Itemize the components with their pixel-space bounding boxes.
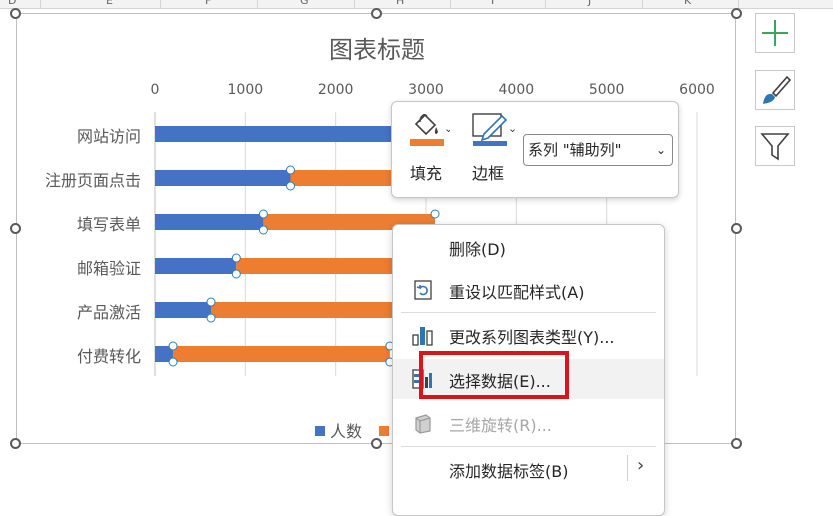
selection-point-handle[interactable]	[258, 225, 268, 235]
selection-point-handle[interactable]	[168, 357, 178, 367]
svg-text:⌄: ⌄	[444, 122, 450, 135]
legend-label: 人数	[330, 422, 363, 441]
series-select-value: 系列 "辅助列"	[528, 141, 622, 159]
column-header[interactable]: E	[106, 0, 113, 7]
resize-handle-bottom-left[interactable]	[10, 438, 21, 449]
selection-point-handle[interactable]	[286, 181, 295, 191]
bar-people[interactable]	[155, 214, 264, 230]
chevron-right-icon[interactable]: ›	[637, 455, 644, 476]
column-header[interactable]: I	[491, 0, 494, 7]
fill-button[interactable]: ⌄	[408, 110, 453, 150]
bar-people[interactable]	[155, 170, 291, 186]
fill-label: 填充	[410, 164, 443, 183]
resize-handle-top-right[interactable]	[731, 8, 742, 19]
menu-item-delete[interactable]: 删除(D)	[393, 227, 664, 267]
chevron-down-icon: ⌄	[655, 143, 666, 157]
legend[interactable]: 人数	[315, 418, 394, 442]
legend-swatch-blue	[315, 426, 325, 436]
filter-icon	[760, 133, 790, 161]
selection-point-handle[interactable]	[430, 209, 440, 219]
resize-handle-top-left[interactable]	[10, 8, 21, 19]
bar-people[interactable]	[155, 258, 237, 274]
menu-separator	[401, 312, 656, 313]
resize-handle-right[interactable]	[731, 223, 742, 234]
legend-entry-people[interactable]: 人数	[315, 422, 367, 441]
bar-people[interactable]	[155, 126, 404, 142]
submenu-divider	[627, 455, 628, 481]
resize-handle-left[interactable]	[10, 223, 21, 234]
pen-icon: ⌄	[472, 113, 517, 146]
menu-item-label: 重设以匹配样式(A)	[449, 283, 585, 302]
menu-item-3d-rotation[interactable]: 三维旋转(R)...	[393, 403, 664, 443]
brush-icon	[763, 75, 791, 104]
selection-point-handle[interactable]	[231, 253, 241, 263]
resize-handle-top[interactable]	[371, 8, 382, 19]
chart-type-icon	[412, 327, 433, 346]
highlight-box	[419, 351, 569, 399]
legend-swatch-orange	[379, 426, 390, 436]
menu-item-label: 三维旋转(R)...	[449, 416, 552, 435]
chart-styles-button[interactable]	[755, 70, 795, 110]
selection-point-handle[interactable]	[231, 269, 241, 279]
menu-item-reset-style[interactable]: 重设以匹配样式(A)	[393, 270, 664, 310]
format-mini-toolbar: ⌄ ⌄ 填充 边框 系列 "辅助列" ⌄	[391, 101, 679, 198]
menu-item-label: 删除(D)	[449, 240, 506, 259]
selection-point-handle[interactable]	[168, 341, 178, 351]
3d-rotation-icon	[415, 414, 431, 434]
chart-filters-button[interactable]	[755, 126, 795, 166]
reset-style-icon	[414, 280, 432, 300]
bar-people[interactable]	[155, 302, 212, 318]
selection-point-handle[interactable]	[206, 297, 216, 307]
plus-icon	[762, 20, 788, 46]
resize-handle-bottom-right[interactable]	[731, 438, 742, 449]
chart-elements-button[interactable]	[755, 13, 795, 53]
menu-item-add-data-labels[interactable]: 添加数据标签(B) ›	[393, 449, 664, 489]
column-header[interactable]: G	[300, 0, 309, 7]
border-label: 边框	[472, 164, 505, 183]
selection-point-handle[interactable]	[286, 165, 295, 175]
menu-item-label: 更改系列图表类型(Y)...	[449, 328, 615, 347]
column-header[interactable]: K	[684, 0, 691, 7]
column-header[interactable]: H	[396, 0, 404, 7]
column-header-strip: D E F G H I J K	[0, 0, 833, 9]
selection-point-handle[interactable]	[206, 313, 216, 323]
series-select[interactable]: 系列 "辅助列" ⌄	[523, 134, 673, 166]
border-button[interactable]: ⌄	[470, 110, 517, 150]
column-header[interactable]: D	[8, 0, 16, 7]
column-header[interactable]: J	[588, 0, 591, 7]
column-header[interactable]: F	[205, 0, 211, 7]
paint-bucket-icon: ⌄	[410, 113, 453, 146]
resize-handle-bottom[interactable]	[371, 438, 382, 449]
menu-item-change-chart-type[interactable]: 更改系列图表类型(Y)...	[393, 315, 664, 355]
svg-text:⌄: ⌄	[508, 122, 516, 135]
bar-helper[interactable]	[173, 346, 390, 362]
selection-point-handle[interactable]	[258, 209, 268, 219]
menu-separator	[401, 446, 656, 447]
menu-item-label: 添加数据标签(B)	[449, 462, 569, 481]
